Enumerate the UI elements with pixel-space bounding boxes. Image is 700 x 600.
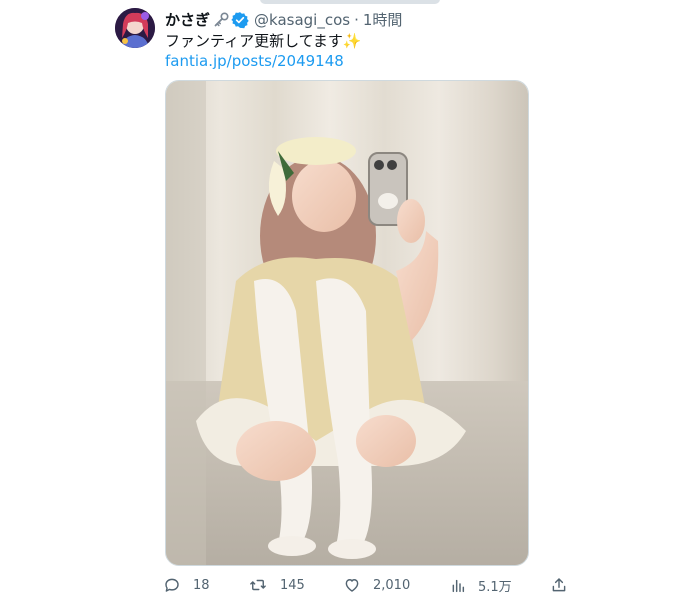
avatar-image [115, 8, 155, 48]
reply-button[interactable]: 18 [163, 576, 210, 594]
top-pill-decoration [260, 0, 440, 4]
reply-count: 18 [193, 577, 210, 593]
views-bar-chart-icon [452, 579, 465, 592]
tweet-timestamp[interactable]: 1時間 [363, 9, 403, 31]
separator-dot: · [354, 11, 359, 29]
tweet-view: かさぎ @kasagi_cos · 1時間 ファンティア更新してます✨ fant… [0, 0, 700, 600]
share-button[interactable] [550, 576, 568, 594]
avatar[interactable] [115, 8, 155, 48]
like-count: 2,010 [373, 577, 411, 593]
sparkle-emoji: ✨ [342, 32, 362, 50]
tweet-link[interactable]: fantia.jp/posts/2049148 [165, 51, 344, 71]
tweet-text: ファンティア更新してます✨ [165, 31, 362, 51]
verified-badge-icon[interactable] [231, 11, 249, 29]
retweet-count: 145 [280, 577, 305, 593]
user-handle[interactable]: @kasagi_cos [254, 9, 350, 31]
tweet-text-body: ファンティア更新してます [165, 32, 343, 50]
display-name[interactable]: かさぎ [165, 9, 210, 31]
heart-icon [345, 579, 359, 592]
photo-image [166, 81, 528, 565]
like-button[interactable]: 2,010 [343, 576, 410, 594]
tweet-action-bar: 18 145 2,010 5.1万 [110, 570, 590, 600]
key-icon [213, 12, 229, 28]
tweet-header: かさぎ @kasagi_cos · 1時間 [165, 9, 402, 31]
view-count: 5.1万 [478, 580, 512, 595]
tweet-photo[interactable] [165, 80, 529, 566]
views-button[interactable]: 5.1万 [450, 576, 512, 595]
reply-icon [165, 578, 179, 592]
retweet-icon [250, 579, 266, 591]
share-icon [552, 578, 566, 592]
retweet-button[interactable]: 145 [248, 576, 305, 594]
